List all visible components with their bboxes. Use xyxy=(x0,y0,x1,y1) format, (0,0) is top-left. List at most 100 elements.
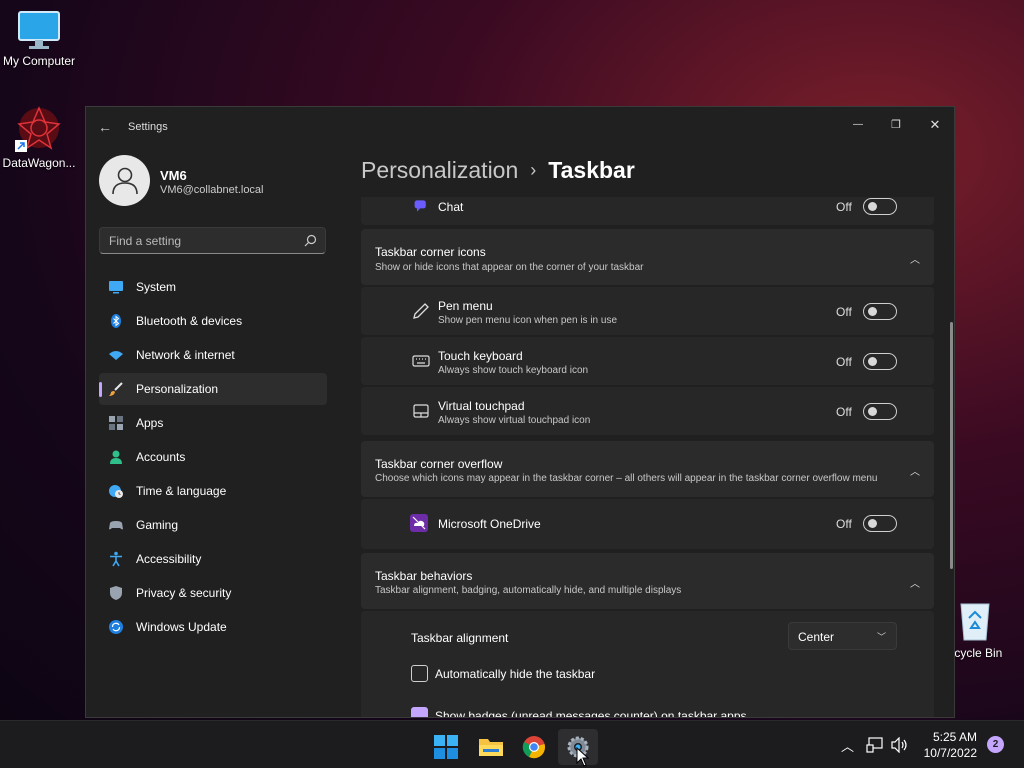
chat-row: Chat Off xyxy=(361,197,934,225)
start-button[interactable] xyxy=(426,729,466,765)
row-title: Touch keyboard xyxy=(438,349,523,363)
virtual-touchpad-row: Virtual touchpad Always show virtual tou… xyxy=(361,387,934,435)
badges-checkbox[interactable] xyxy=(411,707,428,717)
controller-icon xyxy=(109,521,123,530)
network-status-icon[interactable] xyxy=(866,737,884,753)
desktop-icon-label: My Computer xyxy=(2,54,76,68)
shield-icon xyxy=(110,586,122,600)
chevron-up-icon[interactable]: ︿ xyxy=(910,575,920,590)
desktop-icon-label: DataWagon... xyxy=(2,156,76,170)
chevron-up-icon[interactable]: ︿ xyxy=(910,463,920,478)
toggle-state-label: Off xyxy=(836,405,852,419)
sidebar-item-windows-update[interactable]: Windows Update xyxy=(99,611,327,643)
onedrive-toggle[interactable] xyxy=(863,515,897,532)
chat-label: Chat xyxy=(438,200,464,214)
clock-date[interactable]: 10/7/2022 xyxy=(920,746,977,760)
virtual-touchpad-toggle[interactable] xyxy=(863,403,897,420)
desktop-icon-my-computer[interactable]: My Computer xyxy=(0,10,79,68)
sidebar-item-apps[interactable]: Apps xyxy=(99,407,327,439)
monitor-icon xyxy=(109,281,123,294)
chat-icon xyxy=(414,200,426,212)
badges-label: Show badges (unread messages counter) on… xyxy=(435,709,747,718)
accessibility-icon xyxy=(110,551,122,567)
section-taskbar-corner-icons[interactable]: Taskbar corner icons Show or hide icons … xyxy=(361,229,934,285)
row-description: Show pen menu icon when pen is in use xyxy=(438,315,618,326)
breadcrumb: Personalization › Taskbar xyxy=(361,157,635,184)
chevron-up-icon[interactable]: ︿ xyxy=(910,251,920,266)
sidebar-item-label: Personalization xyxy=(136,382,219,396)
person-icon xyxy=(110,450,122,464)
section-title: Taskbar corner icons xyxy=(375,245,486,259)
search-input[interactable]: Find a setting xyxy=(99,227,326,254)
row-title: Microsoft OneDrive xyxy=(438,517,541,531)
breadcrumb-parent[interactable]: Personalization xyxy=(361,157,518,183)
update-icon xyxy=(109,620,123,634)
onedrive-row: Microsoft OneDrive Off xyxy=(361,499,934,549)
apps-icon xyxy=(109,416,123,430)
sidebar-item-system[interactable]: System xyxy=(99,271,327,303)
sidebar-item-label: System xyxy=(136,280,177,294)
row-description: Always show virtual touchpad icon xyxy=(438,415,591,426)
recycle-bin-icon xyxy=(960,603,990,641)
sidebar-item-personalization[interactable]: Personalization xyxy=(99,373,327,405)
sidebar-item-bluetooth[interactable]: Bluetooth & devices xyxy=(99,305,327,337)
section-title: Taskbar behaviors xyxy=(375,569,473,583)
window-title: Settings xyxy=(128,121,168,133)
back-arrow-icon[interactable]: ← xyxy=(98,119,114,135)
chrome-icon xyxy=(522,736,545,759)
sidebar-item-label: Privacy & security xyxy=(136,586,232,600)
profile-name: VM6 xyxy=(160,168,187,183)
section-taskbar-corner-overflow[interactable]: Taskbar corner overflow Choose which ico… xyxy=(361,441,934,497)
maximize-button[interactable]: ❐ xyxy=(877,111,915,139)
mouse-cursor-icon xyxy=(576,746,590,768)
autohide-label: Automatically hide the taskbar xyxy=(435,667,596,681)
content-scrollbar[interactable] xyxy=(950,322,953,569)
chrome-button[interactable] xyxy=(514,729,554,765)
autohide-checkbox[interactable] xyxy=(411,665,428,682)
file-explorer-button[interactable] xyxy=(470,729,510,765)
section-description: Show or hide icons that appear on the co… xyxy=(375,262,644,273)
monitor-icon xyxy=(18,11,60,49)
clock-time[interactable]: 5:25 AM xyxy=(929,730,977,744)
globe-clock-icon xyxy=(109,485,123,498)
sidebar-item-accounts[interactable]: Accounts xyxy=(99,441,327,473)
chat-toggle[interactable] xyxy=(863,198,897,215)
row-description: Always show touch keyboard icon xyxy=(438,365,589,376)
folder-icon xyxy=(479,739,503,756)
sidebar-item-label: Network & internet xyxy=(136,348,235,362)
close-button[interactable]: ✕ xyxy=(916,111,954,139)
taskbar-alignment-dropdown[interactable]: Center ﹀ xyxy=(788,622,897,650)
section-taskbar-behaviors[interactable]: Taskbar behaviors Taskbar alignment, bad… xyxy=(361,553,934,609)
minimize-button[interactable]: — xyxy=(839,111,877,139)
volume-icon[interactable] xyxy=(891,737,909,753)
touch-keyboard-row: Touch keyboard Always show touch keyboar… xyxy=(361,337,934,385)
taskbar-alignment-label: Taskbar alignment xyxy=(411,631,509,645)
search-placeholder: Find a setting xyxy=(109,234,182,248)
touch-keyboard-toggle[interactable] xyxy=(863,353,897,370)
sidebar-item-label: Gaming xyxy=(136,518,179,532)
sidebar-item-label: Accessibility xyxy=(136,552,202,566)
section-title: Taskbar corner overflow xyxy=(375,457,503,471)
sidebar-item-gaming[interactable]: Gaming xyxy=(99,509,327,541)
sidebar-item-label: Bluetooth & devices xyxy=(136,314,243,328)
windows-logo-icon xyxy=(434,735,458,759)
wifi-icon xyxy=(109,351,123,360)
pen-menu-toggle[interactable] xyxy=(863,303,897,320)
avatar xyxy=(99,155,150,206)
row-title: Virtual touchpad xyxy=(438,399,525,413)
desktop-icon-datawagon[interactable]: DataWagon... xyxy=(0,106,79,170)
onedrive-icon xyxy=(410,514,428,532)
sidebar-item-network[interactable]: Network & internet xyxy=(99,339,327,371)
sidebar-item-time-language[interactable]: Time & language xyxy=(99,475,327,507)
person-icon xyxy=(112,167,138,195)
toggle-state-label: Off xyxy=(836,305,852,319)
sidebar-item-accessibility[interactable]: Accessibility xyxy=(99,543,327,575)
behaviors-body: Taskbar alignment Center ﹀ Automatically… xyxy=(361,611,934,718)
toggle-state-label: Off xyxy=(836,517,852,531)
pen-icon xyxy=(413,303,429,319)
notification-badge[interactable]: 2 xyxy=(987,736,1004,753)
show-hidden-icons-button[interactable]: ︿ xyxy=(841,736,854,768)
profile-email: VM6@collabnet.local xyxy=(160,184,264,196)
sidebar-item-privacy[interactable]: Privacy & security xyxy=(99,577,327,609)
sidebar-item-label: Time & language xyxy=(136,484,227,498)
